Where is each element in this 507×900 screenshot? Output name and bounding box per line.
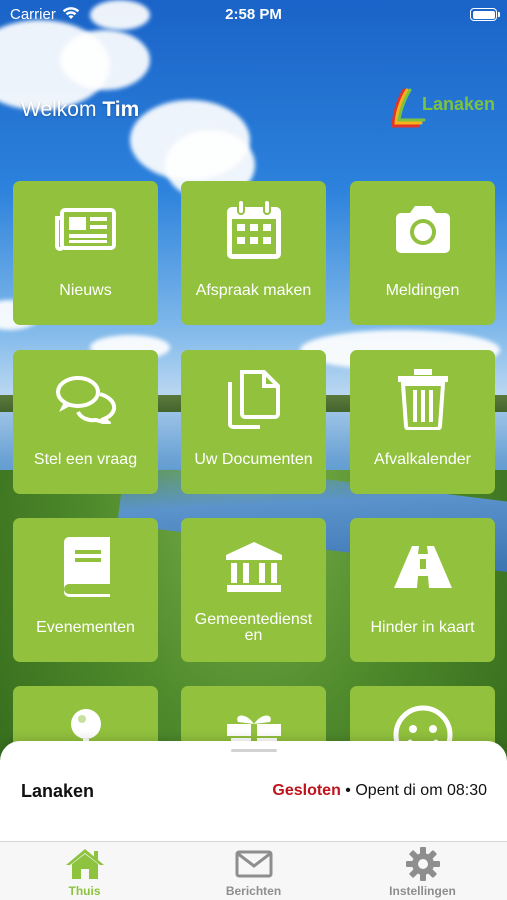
tab-instellingen[interactable]: Instellingen xyxy=(338,842,507,900)
logo-text: Lanaken xyxy=(422,94,496,114)
chat-bubbles-icon xyxy=(13,368,158,430)
documents-icon xyxy=(181,368,326,430)
opening-hours: Gesloten • Opent di om 08:30 xyxy=(272,782,487,800)
tile-uw-documenten[interactable]: Uw Documenten xyxy=(181,350,326,494)
sheet-drag-handle[interactable] xyxy=(231,749,277,752)
tile-label: Afspraak maken xyxy=(195,282,312,299)
tab-bar: Thuis Berichten Instellingen xyxy=(0,841,507,900)
tile-label: Evenementen xyxy=(36,619,135,636)
tile-label: Nieuws xyxy=(59,282,112,299)
status-bar: Carrier 2:58 PM xyxy=(0,0,507,28)
tile-afvalkalender[interactable]: Afvalkalender xyxy=(350,350,495,494)
user-name: Tim xyxy=(102,98,140,121)
tile-gemeentediensten[interactable]: Gemeentedienst en xyxy=(181,518,326,662)
tab-berichten[interactable]: Berichten xyxy=(169,842,338,900)
next-opening: Opent di om 08:30 xyxy=(355,782,487,799)
gear-icon xyxy=(338,847,507,881)
tile-hinder-in-kaart[interactable]: Hinder in kaart xyxy=(350,518,495,662)
tab-label: Instellingen xyxy=(389,884,456,898)
home-icon xyxy=(0,847,169,881)
tab-thuis[interactable]: Thuis xyxy=(0,842,169,900)
calendar-icon xyxy=(181,199,326,261)
municipality-name: Lanaken xyxy=(21,781,95,801)
tile-label: Uw Documenten xyxy=(194,451,313,468)
separator: • xyxy=(340,782,356,799)
tab-label: Berichten xyxy=(225,884,282,898)
book-icon xyxy=(13,536,158,598)
opening-hours-sheet[interactable]: Lanaken Gesloten • Opent di om 08:30 xyxy=(0,741,507,841)
tile-afspraak-maken[interactable]: Afspraak maken xyxy=(181,181,326,325)
tile-stel-een-vraag[interactable]: Stel een vraag xyxy=(13,350,158,494)
tile-label: Gemeentedienst en xyxy=(194,611,313,644)
newspaper-icon xyxy=(13,199,158,261)
envelope-icon xyxy=(169,847,338,881)
tile-label: Afvalkalender xyxy=(374,451,471,468)
tile-label: Hinder in kaart xyxy=(370,619,475,636)
greeting: Welkom xyxy=(21,98,97,121)
tile-evenementen[interactable]: Evenementen xyxy=(13,518,158,662)
trash-icon xyxy=(350,368,495,430)
clock: 2:58 PM xyxy=(225,6,282,23)
tile-label: Stel een vraag xyxy=(33,451,138,468)
closed-status: Gesloten xyxy=(272,782,341,799)
battery-icon xyxy=(470,8,500,21)
government-building-icon xyxy=(181,536,326,598)
tile-label: Meldingen xyxy=(385,282,460,299)
tile-meldingen[interactable]: Meldingen xyxy=(350,181,495,325)
tab-label: Thuis xyxy=(68,884,101,898)
camera-icon xyxy=(350,199,495,261)
tile-nieuws[interactable]: Nieuws xyxy=(13,181,158,325)
road-icon xyxy=(350,536,495,598)
lanaken-logo: Lanaken xyxy=(388,86,496,134)
welcome-text: Welkom Tim xyxy=(21,98,139,122)
